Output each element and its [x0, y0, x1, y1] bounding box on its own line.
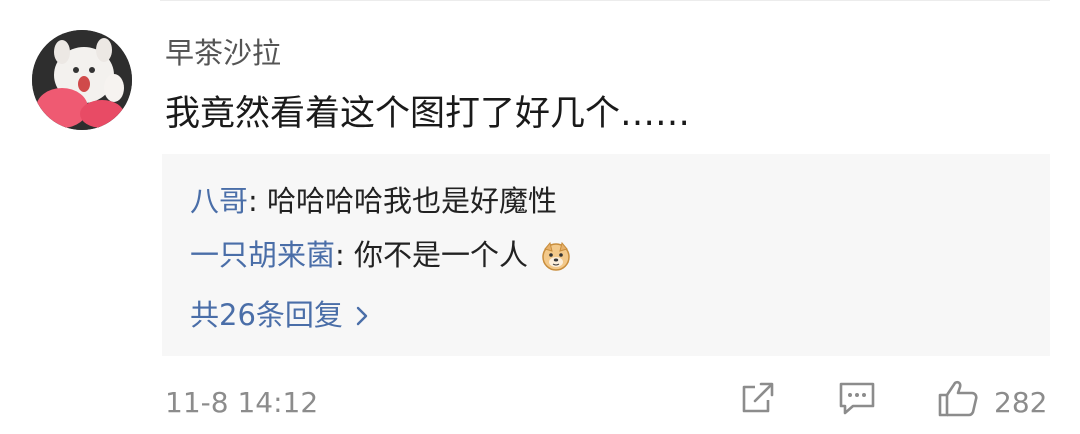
like-count: 282 — [994, 386, 1048, 419]
reply-preview-box[interactable]: 八哥: 哈哈哈哈我也是好魔性 一只胡来菌: 你不是一个人 共26条回复 — [162, 154, 1050, 356]
comment-button[interactable] — [837, 378, 877, 422]
reply-text: 哈哈哈哈我也是好魔性 — [267, 184, 558, 218]
reply-author[interactable]: 八哥 — [190, 184, 248, 218]
doge-emoji-icon — [541, 241, 571, 278]
comment-text: 我竟然看着这个图打了好几个…… — [165, 94, 691, 134]
share-icon — [742, 382, 774, 413]
reply-separator: : — [335, 238, 355, 272]
comment-username[interactable]: 早茶沙拉 — [165, 30, 281, 72]
like-button[interactable] — [936, 378, 980, 422]
reply-text: 你不是一个人 — [354, 238, 529, 272]
thumbs-up-icon — [938, 380, 978, 417]
comment-timestamp: 11-8 14:12 — [165, 386, 319, 419]
share-button[interactable] — [738, 378, 778, 422]
comment-icon — [839, 382, 875, 415]
view-all-replies-link[interactable]: 共26条回复 — [190, 292, 369, 334]
reply-item: 一只胡来菌: 你不是一个人 — [190, 232, 571, 278]
chevron-right-icon — [355, 300, 369, 334]
reply-separator: : — [248, 184, 268, 218]
top-divider — [160, 0, 1050, 1]
reply-item: 八哥: 哈哈哈哈我也是好魔性 — [190, 178, 557, 220]
cat-avatar-icon — [32, 30, 132, 130]
more-replies-label: 共26条回复 — [190, 298, 343, 332]
reply-author[interactable]: 一只胡来菌 — [190, 238, 335, 272]
user-avatar[interactable] — [32, 30, 132, 130]
